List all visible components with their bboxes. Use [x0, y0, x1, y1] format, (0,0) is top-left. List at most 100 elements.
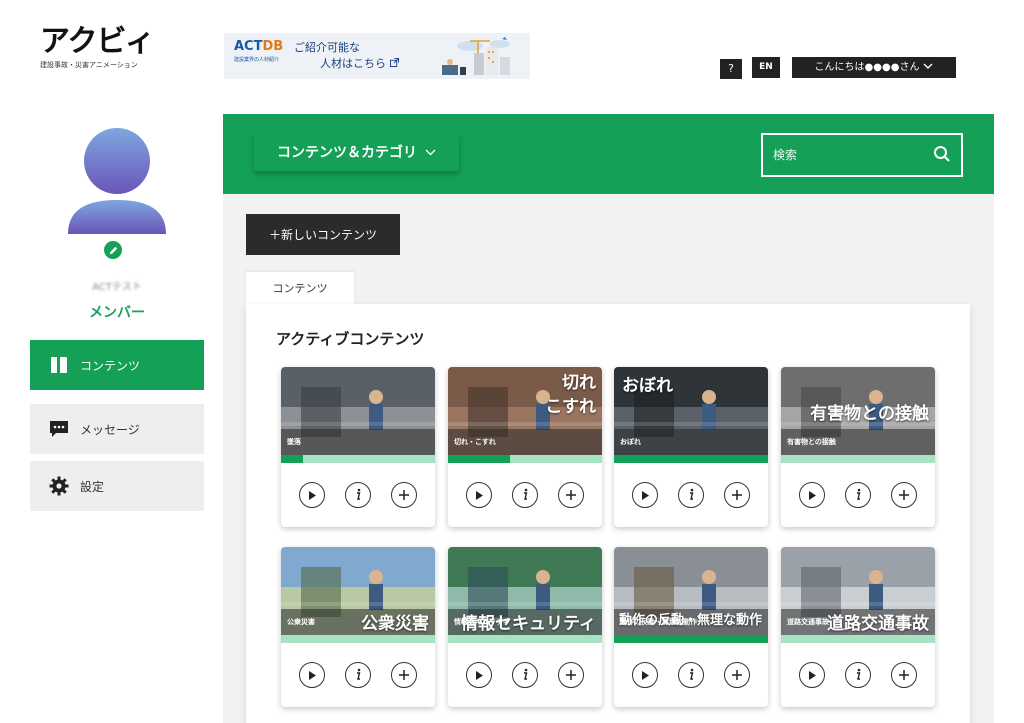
play-button[interactable]	[632, 662, 658, 688]
sidebar-item-settings[interactable]: 設定	[30, 461, 204, 511]
content-thumbnail[interactable]: 情報セキュリティ 情報セキュリティ	[448, 547, 602, 635]
banner-brand-act: ACT	[234, 39, 263, 54]
card-actions	[448, 643, 602, 707]
actdb-banner[interactable]: ACTDB 建設業界の人材紹介 ご紹介可能な 人材はこちら	[224, 33, 530, 79]
content-card[interactable]: おぼれ おぼれ	[614, 367, 768, 527]
content-thumbnail[interactable]: 切れ こすれ切れ・こすれ	[448, 367, 602, 455]
content-thumbnail[interactable]: 墜落	[281, 367, 435, 455]
sidebar-item-label: コンテンツ	[80, 358, 141, 373]
search-input[interactable]	[773, 148, 923, 162]
content-label: 公衆災害	[287, 618, 315, 626]
edit-profile-icon[interactable]	[102, 239, 124, 261]
user-avatar[interactable]	[66, 128, 168, 234]
card-actions	[281, 643, 435, 707]
category-dropdown-button[interactable]: コンテンツ＆カテゴリ	[254, 133, 459, 171]
banner-line2-text: 人材はこちら	[320, 57, 386, 70]
progress-fill	[448, 455, 510, 463]
greeting-text: こんにちは●●●●さん	[814, 62, 920, 73]
content-card[interactable]: 動作の反動・無理な動作 動作の反動・無理な動作	[614, 547, 768, 707]
card-actions	[614, 643, 768, 707]
play-button[interactable]	[299, 482, 325, 508]
plus-icon	[731, 666, 743, 685]
progress-fill	[281, 455, 303, 463]
content-title-overlay: 道路交通事故	[827, 614, 929, 634]
sidebar-item-label: メッセージ	[80, 422, 140, 437]
play-button[interactable]	[466, 482, 492, 508]
plus-icon	[565, 666, 577, 685]
info-icon	[854, 666, 862, 685]
info-icon	[521, 666, 529, 685]
content-card[interactable]: 情報セキュリティ 情報セキュリティ	[448, 547, 602, 707]
add-button[interactable]	[558, 662, 584, 688]
info-button[interactable]	[845, 662, 871, 688]
content-label: 情報セキュリティ	[454, 618, 510, 626]
info-icon	[687, 486, 695, 505]
info-button[interactable]	[512, 482, 538, 508]
add-button[interactable]	[891, 662, 917, 688]
content-thumbnail[interactable]: おぼれ おぼれ	[614, 367, 768, 455]
card-actions	[781, 463, 935, 527]
chevron-down-icon	[425, 145, 436, 160]
content-card[interactable]: 墜落	[281, 367, 435, 527]
content-card[interactable]: 公衆災害 公衆災害	[281, 547, 435, 707]
content-panel: アクティブコンテンツ 墜落 切れ こすれ 切れ・こすれ おぼれ おぼれ 有害物との接触 有害…	[246, 304, 970, 723]
plus-icon	[898, 666, 910, 685]
play-button[interactable]	[299, 662, 325, 688]
add-button[interactable]	[391, 662, 417, 688]
info-button[interactable]	[678, 662, 704, 688]
tab-contents[interactable]: コンテンツ	[246, 272, 354, 304]
add-button[interactable]	[391, 482, 417, 508]
play-icon	[640, 486, 650, 505]
progress-bar	[781, 455, 935, 463]
info-button[interactable]	[345, 482, 371, 508]
progress-bar	[448, 455, 602, 463]
play-icon	[307, 486, 317, 505]
info-icon	[354, 486, 362, 505]
help-button[interactable]: ?	[720, 59, 742, 79]
content-title-overlay: 切れ こすれ	[545, 373, 596, 417]
play-button[interactable]	[799, 662, 825, 688]
sidebar-item-messages[interactable]: メッセージ	[30, 404, 204, 454]
content-thumbnail[interactable]: 動作の反動・無理な動作 動作の反動・無理な動作	[614, 547, 768, 635]
content-title-overlay: 公衆災害	[361, 614, 429, 634]
plus-icon	[731, 486, 743, 505]
info-button[interactable]	[512, 662, 538, 688]
info-button[interactable]	[845, 482, 871, 508]
info-icon	[354, 666, 362, 685]
content-label: 切れ・こすれ	[454, 438, 496, 446]
info-button[interactable]	[678, 482, 704, 508]
book-icon	[48, 354, 70, 376]
content-card[interactable]: 切れ こすれ切れ・こすれ	[448, 367, 602, 527]
sidebar-item-label: 設定	[80, 479, 105, 494]
content-label: 動作の反動・無理な動作	[620, 618, 697, 626]
play-button[interactable]	[466, 662, 492, 688]
gear-icon	[48, 475, 70, 497]
city-illustration	[430, 37, 520, 79]
user-menu-dropdown[interactable]: こんにちは●●●●さん	[792, 57, 956, 78]
sidebar-item-contents[interactable]: コンテンツ	[30, 340, 204, 390]
add-button[interactable]	[724, 482, 750, 508]
play-button[interactable]	[632, 482, 658, 508]
content-thumbnail[interactable]: 有害物との接触 有害物との接触	[781, 367, 935, 455]
logo-text: アクビィ	[40, 24, 155, 59]
play-icon	[474, 666, 484, 685]
add-button[interactable]	[558, 482, 584, 508]
card-actions	[781, 643, 935, 707]
app-logo[interactable]: アクビィ 建設事故・災害アニメーション	[40, 26, 170, 70]
content-card[interactable]: 有害物との接触 有害物との接触	[781, 367, 935, 527]
search-box[interactable]	[761, 133, 963, 177]
content-thumbnail[interactable]: 道路交通事故 道路交通事故	[781, 547, 935, 635]
content-area: ＋新しいコンテンツ コンテンツ アクティブコンテンツ 墜落 切れ こすれ 切れ・こす…	[223, 194, 994, 723]
language-toggle-button[interactable]: EN	[752, 57, 780, 78]
content-card[interactable]: 道路交通事故 道路交通事故	[781, 547, 935, 707]
new-content-button[interactable]: ＋新しいコンテンツ	[246, 214, 400, 255]
add-button[interactable]	[724, 662, 750, 688]
content-thumbnail[interactable]: 公衆災害 公衆災害	[281, 547, 435, 635]
search-icon[interactable]	[933, 145, 951, 167]
content-title-overlay: おぼれ	[622, 376, 673, 396]
play-button[interactable]	[799, 482, 825, 508]
info-button[interactable]	[345, 662, 371, 688]
progress-bar	[448, 635, 602, 643]
add-button[interactable]	[891, 482, 917, 508]
info-icon	[521, 486, 529, 505]
